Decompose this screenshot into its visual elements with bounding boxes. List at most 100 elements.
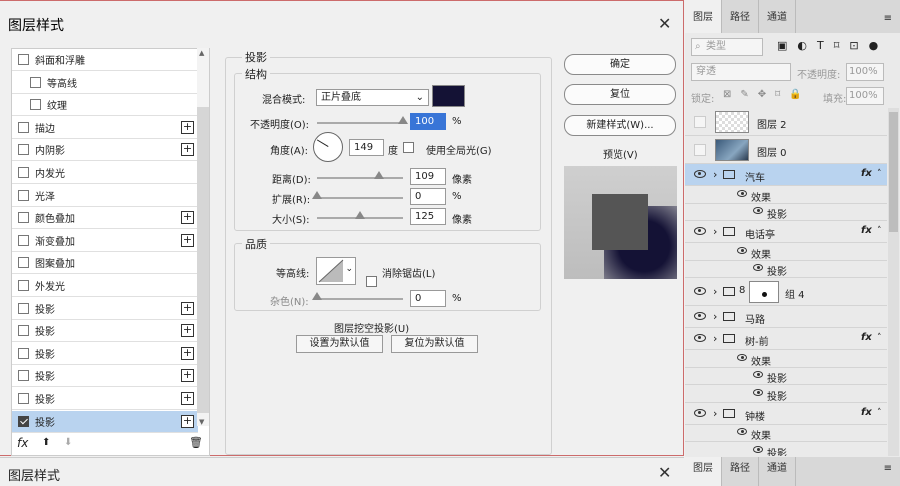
type-filter-icon[interactable]: T	[817, 39, 824, 52]
antialias-checkbox[interactable]	[366, 276, 377, 287]
layer-row[interactable]: 效果	[685, 425, 887, 442]
tab-channels[interactable]: 通道	[759, 0, 796, 33]
tab-paths[interactable]: 路径	[722, 0, 759, 33]
style-item[interactable]: 渐变叠加 +	[12, 230, 198, 252]
lock-position-icon[interactable]: ✥	[758, 89, 766, 100]
style-checkbox[interactable]	[18, 144, 29, 156]
visibility-eye-icon[interactable]	[737, 189, 747, 197]
layer-scrollbar-thumb[interactable]	[889, 112, 898, 232]
layer-row[interactable]: 效果	[685, 186, 887, 204]
style-checkbox[interactable]	[30, 76, 41, 88]
visibility-eye-icon[interactable]	[694, 312, 706, 320]
style-checkbox[interactable]	[18, 167, 29, 178]
style-item[interactable]: 投影 +	[12, 410, 198, 433]
visibility-eye-icon[interactable]	[694, 334, 706, 342]
lock-image-icon[interactable]: ✎	[740, 89, 748, 100]
style-checkbox[interactable]	[18, 234, 29, 246]
layer-row[interactable]: 效果	[685, 243, 887, 261]
visibility-eye-icon[interactable]	[694, 227, 706, 235]
style-item[interactable]: 纹理	[12, 94, 198, 117]
collapse-effects-icon[interactable]: ˄	[877, 169, 882, 179]
visibility-eye-icon[interactable]	[753, 445, 763, 453]
tab-channels[interactable]: 通道	[759, 457, 796, 486]
collapse-effects-icon[interactable]: ˄	[877, 333, 882, 343]
filter-toggle-icon[interactable]: ●	[869, 39, 879, 52]
fx-badge[interactable]: fx	[861, 407, 872, 418]
scroll-up-icon[interactable]: ▲	[199, 49, 204, 57]
style-item[interactable]: 描边 +	[12, 117, 198, 139]
style-checkbox[interactable]	[18, 212, 29, 224]
visibility-toggle[interactable]	[694, 144, 706, 156]
style-item[interactable]: 内阴影 +	[12, 139, 198, 162]
visibility-eye-icon[interactable]	[694, 408, 706, 417]
add-style-icon[interactable]: +	[181, 414, 194, 428]
style-checkbox[interactable]	[18, 121, 29, 133]
style-checkbox[interactable]	[18, 280, 29, 291]
layer-row[interactable]: › 树-前 fx ˄	[685, 328, 887, 350]
move-up-icon[interactable]: ⬆	[42, 437, 50, 448]
new-style-button[interactable]: 新建样式(W)...	[564, 115, 676, 136]
adjustment-filter-icon[interactable]: ◐	[797, 39, 807, 52]
style-item[interactable]: 斜面和浮雕	[12, 49, 198, 71]
style-checkbox[interactable]	[18, 347, 29, 359]
visibility-eye-icon[interactable]	[753, 207, 763, 215]
scrollbar-thumb[interactable]	[197, 107, 209, 413]
style-item[interactable]: 外发光	[12, 275, 198, 297]
lock-artboard-icon[interactable]: ⌑	[775, 89, 780, 100]
style-checkbox[interactable]	[18, 257, 29, 269]
style-item[interactable]: 投影 +	[12, 388, 198, 410]
expand-chevron-icon[interactable]: ›	[713, 332, 717, 345]
add-style-icon[interactable]: +	[181, 346, 194, 360]
add-style-icon[interactable]: +	[181, 233, 194, 247]
visibility-eye-icon[interactable]	[737, 428, 747, 436]
distance-input[interactable]: 109	[410, 168, 446, 185]
lock-all-icon[interactable]: 🔒	[789, 89, 801, 100]
style-checkbox[interactable]	[18, 370, 29, 382]
style-item[interactable]: 等高线	[12, 72, 198, 94]
set-default-button[interactable]: 设置为默认值	[296, 335, 383, 353]
angle-input[interactable]: 149	[349, 139, 384, 156]
style-item[interactable]: 颜色叠加 +	[12, 207, 198, 230]
fx-badge[interactable]: fx	[861, 225, 872, 236]
style-checkbox[interactable]	[18, 189, 29, 201]
visibility-eye-icon[interactable]	[753, 371, 763, 379]
fx-badge[interactable]: fx	[861, 168, 872, 179]
visibility-eye-icon[interactable]	[694, 287, 706, 295]
visibility-eye-icon[interactable]	[753, 388, 763, 396]
layer-row[interactable]: 投影	[685, 385, 887, 403]
scroll-down-icon[interactable]: ▼	[199, 418, 204, 426]
add-style-icon[interactable]: +	[181, 211, 194, 225]
style-checkbox[interactable]	[18, 325, 29, 337]
visibility-toggle[interactable]	[694, 116, 706, 128]
style-item[interactable]: 投影 +	[12, 320, 198, 343]
expand-chevron-icon[interactable]: ›	[713, 285, 717, 298]
style-item[interactable]: 内发光	[12, 162, 198, 184]
style-item[interactable]: 光泽	[12, 185, 198, 207]
panel-menu-icon[interactable]: ≡	[884, 463, 892, 474]
size-slider-knob[interactable]	[355, 211, 365, 219]
layer-row[interactable]: 投影	[685, 368, 887, 385]
collapse-effects-icon[interactable]: ˄	[877, 408, 882, 418]
tab-layers[interactable]: 图层	[685, 457, 722, 486]
add-style-icon[interactable]: +	[181, 143, 194, 157]
global-light-checkbox[interactable]	[403, 142, 414, 153]
spread-slider[interactable]	[317, 197, 403, 199]
fill-input[interactable]: 100%	[846, 87, 884, 105]
layer-row[interactable]: › 马路	[685, 306, 887, 328]
add-style-icon[interactable]: +	[181, 324, 194, 338]
blend-mode-dropdown[interactable]: 穿透	[691, 63, 791, 81]
style-item[interactable]: 投影 +	[12, 298, 198, 320]
layer-opacity-input[interactable]: 100%	[846, 63, 884, 81]
style-item[interactable]: 投影 +	[12, 365, 198, 388]
layer-row[interactable]: 投影	[685, 204, 887, 221]
style-checkbox[interactable]	[18, 54, 29, 65]
lock-transparent-icon[interactable]: ⊠	[723, 89, 731, 100]
expand-chevron-icon[interactable]: ›	[713, 168, 717, 181]
kind-filter-select[interactable]: ⌕ 类型	[691, 38, 763, 56]
ok-button[interactable]: 确定	[564, 54, 676, 75]
image-filter-icon[interactable]: ▣	[777, 39, 787, 52]
opacity-slider-knob[interactable]	[398, 116, 408, 124]
collapse-effects-icon[interactable]: ˄	[877, 226, 882, 236]
add-style-icon[interactable]: +	[181, 301, 194, 315]
visibility-eye-icon[interactable]	[737, 353, 747, 361]
